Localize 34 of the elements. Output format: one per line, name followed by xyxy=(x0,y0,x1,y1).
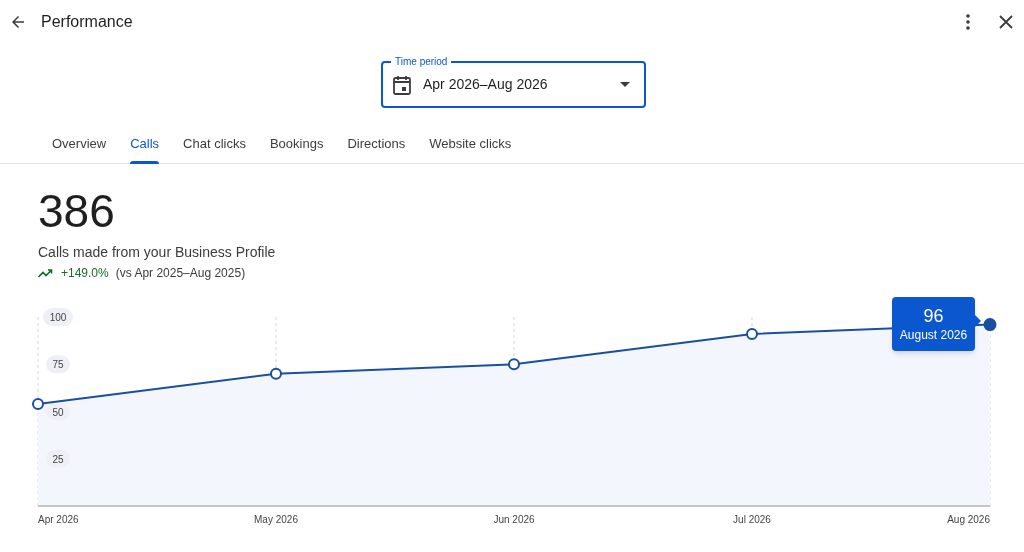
x-axis-label: Jun 2026 xyxy=(493,514,535,525)
summary-description: Calls made from your Business Profile xyxy=(38,243,277,262)
data-point[interactable] xyxy=(983,318,997,332)
tab[interactable]: Directions xyxy=(335,124,418,164)
close-button[interactable] xyxy=(998,14,1014,30)
comparison-period: (vs Apr 2025–Aug 2025) xyxy=(115,265,246,281)
more-options-button[interactable] xyxy=(965,13,971,31)
change-percent: +149.0% xyxy=(61,265,109,281)
y-axis-label: 75 xyxy=(52,359,64,371)
total-value: 386 xyxy=(38,184,116,238)
tooltip-value: 96 xyxy=(923,305,944,327)
tab[interactable]: Website clicks xyxy=(417,124,524,164)
y-axis-label: 50 xyxy=(52,406,64,418)
dropdown-caret-icon xyxy=(620,82,630,87)
data-point[interactable] xyxy=(32,397,44,410)
field-label: Time period xyxy=(391,55,452,69)
y-axis-label: 25 xyxy=(52,453,64,465)
data-point[interactable] xyxy=(508,358,520,371)
x-axis-label: Jul 2026 xyxy=(733,514,771,525)
page-title: Performance xyxy=(41,12,133,32)
trending-up-icon xyxy=(38,268,53,278)
tab[interactable]: Overview xyxy=(40,124,119,164)
tab[interactable]: Bookings xyxy=(257,124,336,164)
tab[interactable]: Calls xyxy=(118,124,172,164)
y-axis-label: 100 xyxy=(49,312,67,323)
x-axis-label: Apr 2026 xyxy=(38,514,79,525)
time-period-value: Apr 2026–Aug 2026 xyxy=(423,75,548,94)
tab[interactable]: Chat clicks xyxy=(171,124,258,164)
x-axis-label: Aug 2026 xyxy=(947,514,990,525)
x-axis-label: May 2026 xyxy=(254,514,298,525)
data-point[interactable] xyxy=(270,367,282,380)
calendar-icon xyxy=(393,74,411,95)
data-point[interactable] xyxy=(746,328,758,340)
tooltip-label: August 2026 xyxy=(899,327,968,343)
